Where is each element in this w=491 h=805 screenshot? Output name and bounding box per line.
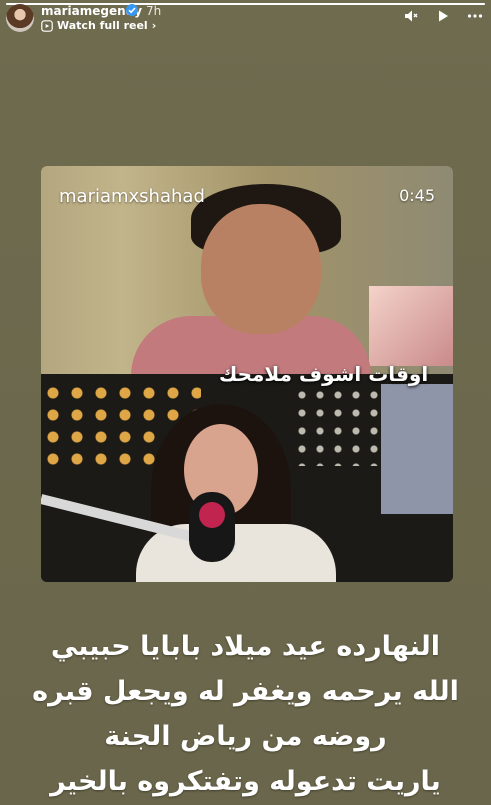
chevron-right-icon: › [151,19,157,32]
reel-timer: 0:45 [399,186,435,205]
video-frame-bottom [41,374,453,582]
post-time: 7h [146,4,162,18]
watch-full-reel-label: Watch full reel [57,19,148,32]
reel-username-overlay: mariamxshahad [59,186,205,207]
studio-screen [381,384,453,514]
more-icon[interactable] [467,8,483,24]
play-icon[interactable] [435,8,451,24]
background-poster [369,286,453,366]
reel-icon [41,19,53,32]
sound-icon[interactable] [403,8,419,24]
story-caption: النهارده عيد ميلاد بابايا حبيبي الله يرح… [0,624,491,804]
caption-line: ياريت تدعوله وتفتكروه بالخير [50,766,441,797]
caption-line: روضه من رياض الجنة [104,721,387,752]
man-face [201,204,321,334]
caption-line: النهارده عيد ميلاد بابايا حبيبي [50,631,441,662]
story-view[interactable]: mariamegendy 7h Watch full reel › mariam… [0,0,491,805]
reel-preview[interactable]: mariamxshahad 0:45 اوقات اشوف ملامحك [41,166,453,582]
caption-line: الله يرحمه ويغفر له ويجعل قبره [32,676,459,707]
studio-lights-right [293,386,383,466]
avatar[interactable] [6,4,34,32]
watch-full-reel-link[interactable]: Watch full reel › [41,19,156,32]
verified-badge-icon [126,4,138,16]
reel-lyric-overlay: اوقات اشوف ملامحك [219,362,429,386]
story-header: mariamegendy 7h Watch full reel › [0,0,491,40]
microphone-logo-icon [199,502,225,528]
